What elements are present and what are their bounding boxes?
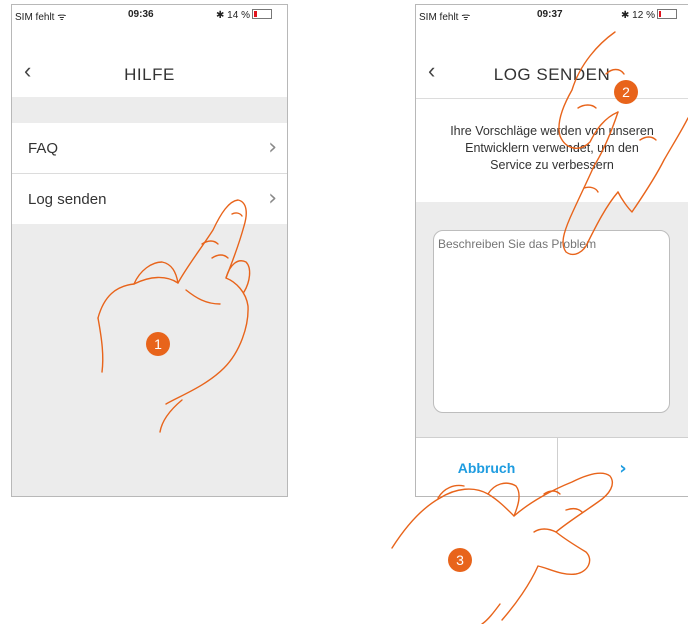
pointing-hand-icon [97,199,251,433]
pointing-hand-icon [558,31,688,256]
step-badge-1: 1 [146,332,170,356]
pointing-hand-icon [391,472,614,624]
step-badge-3: 3 [448,548,472,572]
hand-illustrations [97,31,688,624]
step-badge-2: 2 [614,80,638,104]
